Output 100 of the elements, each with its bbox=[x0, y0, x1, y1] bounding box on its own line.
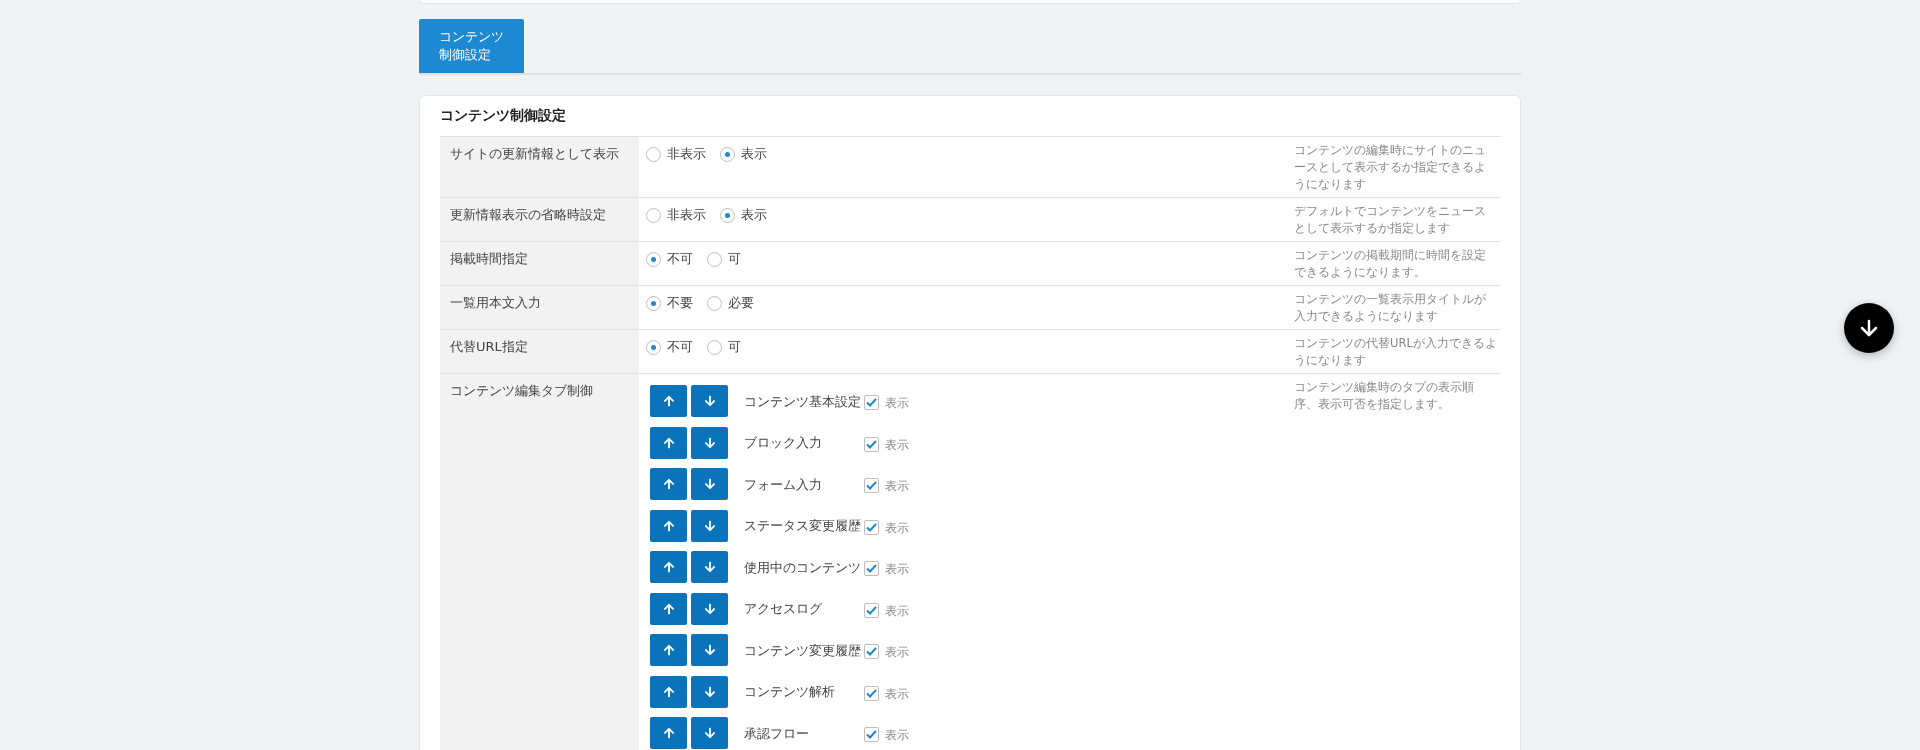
checkbox[interactable] bbox=[864, 644, 879, 659]
arrow-down-icon bbox=[703, 561, 716, 573]
option-label: 不可 bbox=[667, 250, 693, 268]
move-down-button[interactable] bbox=[691, 634, 728, 666]
checkbox-label: 表示 bbox=[885, 478, 909, 494]
tab-name: 承認フロー bbox=[744, 724, 810, 743]
checkbox[interactable] bbox=[864, 436, 879, 452]
check-icon bbox=[866, 522, 877, 532]
checkbox-label: 表示 bbox=[885, 602, 909, 619]
move-up-button[interactable] bbox=[650, 675, 687, 708]
move-up-button[interactable] bbox=[650, 385, 687, 417]
arrow-down-icon bbox=[703, 602, 716, 615]
move-down-button[interactable] bbox=[691, 509, 728, 542]
arrow-down-icon bbox=[703, 727, 716, 739]
radio-button[interactable] bbox=[646, 207, 661, 223]
radio-button[interactable] bbox=[646, 146, 661, 162]
scroll-down-button[interactable] bbox=[1844, 303, 1894, 353]
option-label: 不可 bbox=[667, 338, 693, 356]
checkbox[interactable] bbox=[864, 727, 879, 742]
section-title: コンテンツ制御設定 bbox=[440, 106, 567, 124]
option-label: 表示 bbox=[741, 206, 767, 224]
checkbox[interactable] bbox=[864, 685, 879, 701]
arrow-up-icon bbox=[662, 519, 675, 532]
radio-button[interactable] bbox=[646, 295, 661, 311]
option-label: 非表示 bbox=[667, 145, 706, 163]
option-label: 不要 bbox=[667, 294, 693, 312]
tab-name: フォーム入力 bbox=[744, 475, 823, 494]
move-down-button[interactable] bbox=[691, 675, 728, 708]
checkbox-label: 表示 bbox=[885, 436, 909, 453]
setting-description: コンテンツの代替URLが入力できるようになります bbox=[1293, 335, 1498, 369]
option-label: 非表示 bbox=[667, 206, 706, 224]
move-up-button[interactable] bbox=[650, 551, 687, 583]
checkbox[interactable] bbox=[864, 519, 879, 535]
option-label: 可 bbox=[728, 250, 741, 268]
setting-label: サイトの更新情報として表示 bbox=[440, 137, 639, 197]
arrow-up-icon bbox=[662, 561, 675, 573]
checkbox-label: 表示 bbox=[885, 644, 909, 660]
move-up-button[interactable] bbox=[650, 468, 687, 500]
check-icon bbox=[866, 481, 877, 490]
tab-name: コンテンツ変更履歴 bbox=[744, 641, 862, 660]
checkbox[interactable] bbox=[864, 478, 879, 493]
move-down-button[interactable] bbox=[691, 551, 728, 583]
move-up-button[interactable] bbox=[650, 592, 687, 625]
arrow-up-icon bbox=[662, 602, 675, 615]
arrow-down-icon bbox=[703, 436, 716, 449]
option-label: 可 bbox=[728, 338, 741, 356]
setting-label: 掲載時間指定 bbox=[440, 242, 639, 285]
move-down-button[interactable] bbox=[691, 385, 728, 417]
setting-description: デフォルトでコンテンツをニュースとして表示するか指定します bbox=[1293, 203, 1487, 237]
checkbox-label: 表示 bbox=[885, 727, 909, 743]
arrow-down-icon bbox=[703, 519, 716, 532]
option-label: 必要 bbox=[728, 294, 754, 312]
radio-button[interactable] bbox=[720, 146, 735, 162]
setting-description: コンテンツの掲載期間に時間を設定できるようになります。 bbox=[1293, 247, 1487, 281]
arrow-down-icon bbox=[703, 685, 716, 698]
check-icon bbox=[866, 647, 877, 656]
move-down-button[interactable] bbox=[691, 468, 728, 500]
radio-button[interactable] bbox=[646, 339, 661, 355]
check-icon bbox=[866, 605, 877, 615]
radio-button[interactable] bbox=[646, 251, 661, 267]
setting-description: コンテンツの編集時にサイトのニュースとして表示するか指定できるようになります bbox=[1293, 142, 1487, 193]
checkbox[interactable] bbox=[864, 561, 879, 576]
setting-description: コンテンツ編集時のタブの表示順序、表示可否を指定します。 bbox=[1293, 379, 1475, 413]
tab[interactable]: コンテンツ制御設定 bbox=[419, 19, 524, 73]
tab-name: 使用中のコンテンツ bbox=[744, 558, 862, 577]
checkbox-label: 表示 bbox=[885, 395, 909, 411]
arrow-up-icon bbox=[662, 644, 675, 656]
move-up-button[interactable] bbox=[650, 717, 687, 749]
move-up-button[interactable] bbox=[650, 426, 687, 459]
setting-label: 一覧用本文入力 bbox=[440, 286, 639, 329]
setting-label: 更新情報表示の省略時設定 bbox=[440, 198, 639, 241]
check-icon bbox=[866, 564, 877, 573]
arrow-up-icon bbox=[662, 685, 675, 698]
arrow-down-icon bbox=[703, 395, 716, 407]
tab-name: コンテンツ基本設定 bbox=[744, 392, 862, 411]
checkbox[interactable] bbox=[864, 602, 879, 618]
check-icon bbox=[866, 439, 877, 449]
radio-button[interactable] bbox=[720, 207, 735, 223]
tab-name: ブロック入力 bbox=[744, 434, 823, 452]
radio-button[interactable] bbox=[707, 251, 722, 267]
check-icon bbox=[866, 730, 877, 739]
move-down-button[interactable] bbox=[691, 717, 728, 749]
radio-button[interactable] bbox=[707, 295, 722, 311]
setting-label: 代替URL指定 bbox=[440, 330, 639, 373]
arrow-down-icon bbox=[703, 478, 716, 490]
arrow-down-icon bbox=[703, 644, 716, 656]
setting-description: コンテンツの一覧表示用タイトルが入力できるようになります bbox=[1293, 291, 1487, 325]
check-icon bbox=[866, 688, 877, 698]
move-down-button[interactable] bbox=[691, 592, 728, 625]
radio-button[interactable] bbox=[707, 339, 722, 355]
tab-name: コンテンツ解析 bbox=[744, 683, 836, 701]
check-icon bbox=[866, 398, 877, 407]
move-up-button[interactable] bbox=[650, 509, 687, 542]
setting-label: コンテンツ編集タブ制御 bbox=[440, 374, 639, 750]
checkbox[interactable] bbox=[864, 395, 879, 410]
arrow-up-icon bbox=[662, 395, 675, 407]
move-down-button[interactable] bbox=[691, 426, 728, 459]
move-up-button[interactable] bbox=[650, 634, 687, 666]
arrow-up-icon bbox=[662, 727, 675, 739]
checkbox-label: 表示 bbox=[885, 685, 909, 702]
